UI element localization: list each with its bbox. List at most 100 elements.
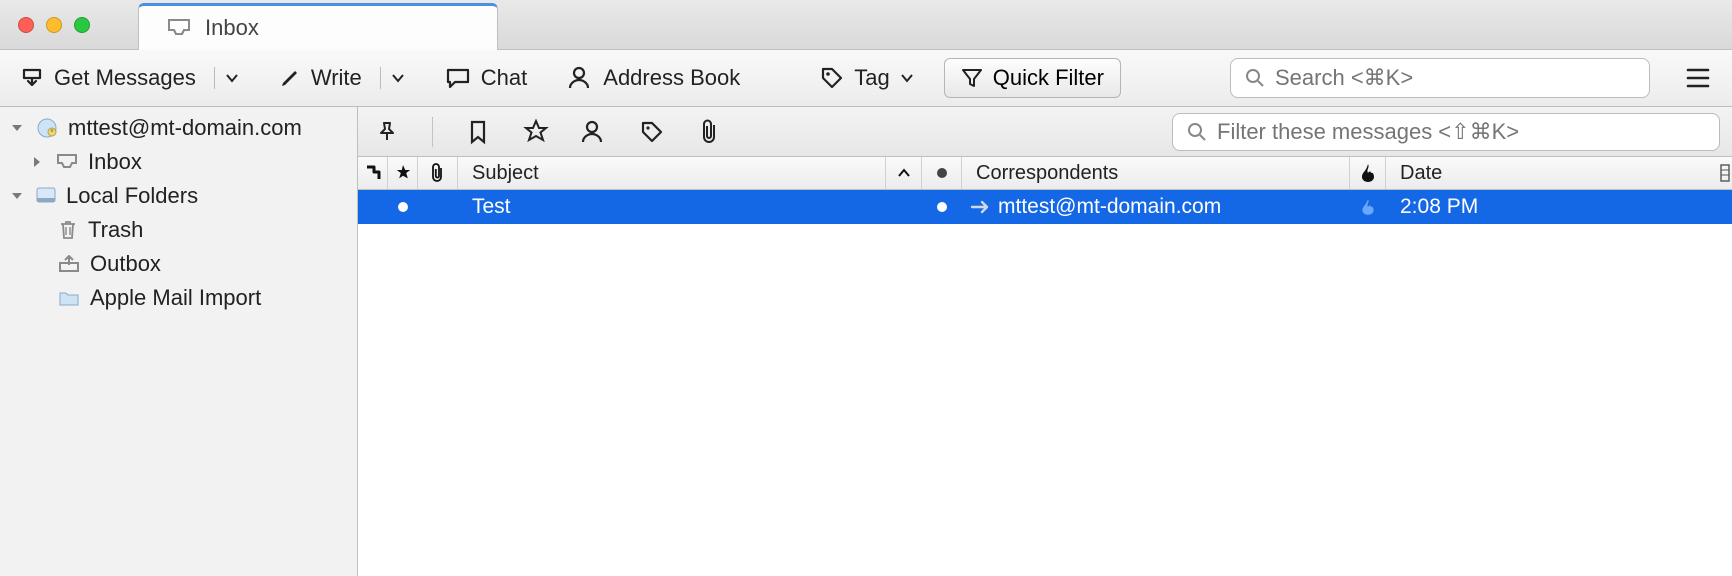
message-correspondent: mttest@mt-domain.com <box>998 195 1221 219</box>
tab-inbox[interactable]: Inbox <box>138 3 498 49</box>
filter-contacts-toggle[interactable] <box>577 115 611 149</box>
funnel-icon <box>961 67 983 89</box>
column-read[interactable] <box>922 157 962 189</box>
folder-trash[interactable]: Trash <box>0 213 357 247</box>
inbox-label: Inbox <box>88 149 142 175</box>
app-menu-button[interactable] <box>1678 67 1718 89</box>
column-correspondents[interactable]: Correspondents <box>962 157 1350 189</box>
search-icon <box>1187 122 1207 142</box>
get-messages-label: Get Messages <box>54 65 196 91</box>
chevron-down-icon <box>225 71 239 85</box>
folder-inbox[interactable]: Inbox <box>0 145 357 179</box>
dot-icon <box>937 168 947 178</box>
cell-sort <box>886 190 922 224</box>
message-pane: Subject Correspondents <box>358 107 1732 576</box>
flame-icon <box>1360 198 1376 216</box>
filter-tags-toggle[interactable] <box>635 115 669 149</box>
write-dropdown[interactable] <box>380 67 411 89</box>
column-junk[interactable] <box>1350 157 1386 189</box>
column-correspondents-label: Correspondents <box>976 162 1118 185</box>
contacts-icon <box>580 119 608 145</box>
inbox-tray-icon <box>56 153 78 171</box>
search-icon <box>1245 68 1265 88</box>
column-starred[interactable] <box>388 157 418 189</box>
column-thread[interactable] <box>358 157 388 189</box>
unread-dot-icon <box>398 202 408 212</box>
disclosure-triangle-icon[interactable] <box>28 153 46 171</box>
filter-unread-toggle[interactable] <box>461 115 495 149</box>
filter-starred-toggle[interactable] <box>519 115 553 149</box>
message-filter-input[interactable] <box>1217 119 1705 145</box>
write-label: Write <box>311 65 362 91</box>
chat-button[interactable]: Chat <box>439 61 533 95</box>
disclosure-triangle-icon[interactable] <box>8 187 26 205</box>
close-window-button[interactable] <box>18 17 34 33</box>
minimize-window-button[interactable] <box>46 17 62 33</box>
message-date: 2:08 PM <box>1400 195 1478 219</box>
folder-outbox[interactable]: Outbox <box>0 247 357 281</box>
folder-sidebar: mttest@mt-domain.com Inbox Local Folder <box>0 107 358 576</box>
local-folders-label: Local Folders <box>66 183 198 209</box>
inbox-tray-icon <box>167 18 191 38</box>
global-search-input[interactable] <box>1275 65 1635 91</box>
chevron-up-icon <box>897 166 911 180</box>
chevron-down-icon <box>900 71 914 85</box>
cell-star[interactable] <box>388 190 418 224</box>
get-messages-button[interactable]: Get Messages <box>14 61 202 95</box>
global-search[interactable] <box>1230 58 1650 98</box>
mailbox-globe-icon <box>36 117 58 139</box>
column-attachment[interactable] <box>418 157 458 189</box>
zoom-window-button[interactable] <box>74 17 90 33</box>
cell-attachment <box>418 190 458 224</box>
cell-read[interactable] <box>922 190 962 224</box>
write-button[interactable]: Write <box>273 61 368 95</box>
apple-mail-import-label: Apple Mail Import <box>90 285 261 311</box>
star-icon <box>523 119 549 145</box>
disclosure-triangle-icon[interactable] <box>8 119 26 137</box>
attachment-icon <box>430 163 446 183</box>
contacts-icon <box>567 65 593 91</box>
column-sort-indicator[interactable] <box>886 157 922 189</box>
cell-thread <box>358 190 388 224</box>
window-controls <box>0 0 108 49</box>
tab-label: Inbox <box>205 15 259 41</box>
account-label: mttest@mt-domain.com <box>68 115 302 141</box>
chat-label: Chat <box>481 65 527 91</box>
column-date-label: Date <box>1400 162 1442 185</box>
titlebar: Inbox <box>0 0 1732 50</box>
local-folders-node[interactable]: Local Folders <box>0 179 357 213</box>
filter-attachment-toggle[interactable] <box>693 115 727 149</box>
chat-icon <box>445 66 471 90</box>
download-icon <box>20 66 44 90</box>
message-subject: Test <box>472 195 511 219</box>
attachment-icon <box>700 119 720 145</box>
get-messages-dropdown[interactable] <box>214 67 245 89</box>
message-filter[interactable] <box>1172 113 1720 151</box>
tag-button[interactable]: Tag <box>814 61 919 95</box>
pencil-icon <box>279 67 301 89</box>
cell-subject: Test <box>458 190 886 224</box>
column-picker[interactable] <box>1720 157 1732 189</box>
main-toolbar: Get Messages Write Chat <box>0 50 1732 107</box>
folder-icon <box>58 289 80 307</box>
tag-icon <box>640 120 664 144</box>
quick-filter-bar <box>358 107 1732 157</box>
column-subject[interactable]: Subject <box>458 157 886 189</box>
cell-date: 2:08 PM <box>1386 190 1732 224</box>
message-row[interactable]: Test mttest@mt-domain.com <box>358 190 1732 224</box>
separator <box>432 117 433 147</box>
hamburger-icon <box>1686 67 1710 89</box>
quick-filter-toggle[interactable]: Quick Filter <box>944 58 1121 98</box>
account-node[interactable]: mttest@mt-domain.com <box>0 111 357 145</box>
message-list[interactable]: Test mttest@mt-domain.com <box>358 190 1732 576</box>
local-folders-icon <box>36 187 56 205</box>
column-picker-icon <box>1720 164 1730 182</box>
filter-sticky-toggle[interactable] <box>370 115 404 149</box>
main-area: mttest@mt-domain.com Inbox Local Folder <box>0 107 1732 576</box>
outbox-tray-icon <box>58 255 80 273</box>
cell-junk[interactable] <box>1350 190 1386 224</box>
tab-strip: Inbox <box>138 0 498 49</box>
column-date[interactable]: Date <box>1386 157 1720 189</box>
folder-apple-mail-import[interactable]: Apple Mail Import <box>0 281 357 315</box>
address-book-button[interactable]: Address Book <box>561 61 746 95</box>
